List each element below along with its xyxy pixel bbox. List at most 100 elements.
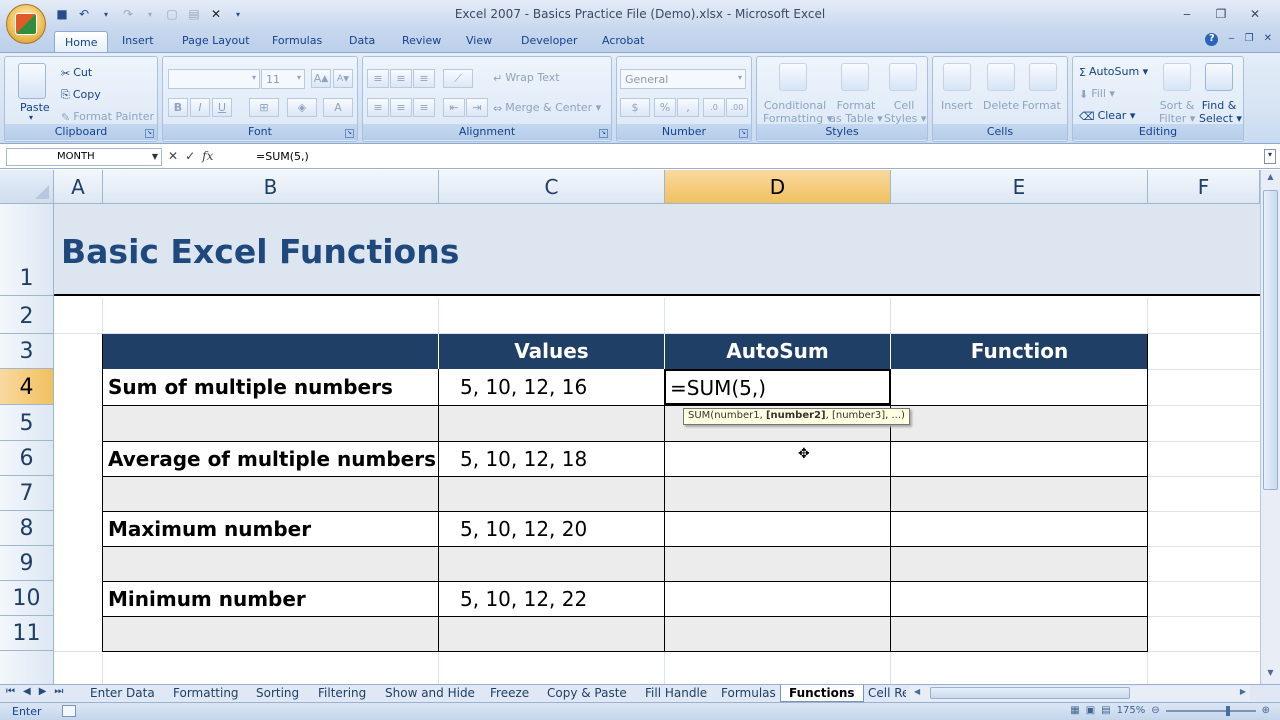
scroll-right-icon[interactable]: ▶ [1240,687,1246,696]
percent-button[interactable]: % [654,98,676,117]
formula-input[interactable]: =SUM(5,) [252,148,1262,166]
alignment-launcher-icon[interactable]: ↘ [599,129,608,138]
binoculars-icon[interactable] [1205,63,1233,91]
doc-minimize-icon[interactable]: ‒ [1228,33,1234,46]
delete-cells-icon[interactable] [987,63,1015,91]
bold-button[interactable]: B [168,98,188,117]
wrap-text-button[interactable]: ↵ Wrap Text [493,71,560,85]
restore-icon[interactable]: ❐ [1204,4,1238,24]
next-sheet-icon[interactable]: ▶ [39,686,47,697]
insert-cells-icon[interactable] [943,63,971,91]
tab-data[interactable]: Data [349,34,375,47]
font-launcher-icon[interactable]: ↘ [345,129,354,138]
horizontal-scroll-thumb[interactable] [930,687,1130,699]
sheet-tab-filtering[interactable]: Filtering [318,685,366,702]
zoom-slider[interactable] [1165,705,1256,716]
sheet-tab-formatting[interactable]: Formatting [173,685,239,702]
cell-b4[interactable]: Sum of multiple numbers [103,375,438,399]
cell-b6[interactable]: Average of multiple numbers [103,447,438,471]
number-format-combo[interactable]: General ▾ [620,69,746,89]
sheet-tab-functions[interactable]: Functions [780,685,864,702]
font-color-button[interactable]: A [323,98,353,117]
cell-b10[interactable]: Minimum number [103,587,438,611]
sort-filter-button[interactable]: Sort & Filter ▾ [1159,99,1195,125]
decrease-decimal-icon[interactable]: .00 [726,98,748,117]
doc-restore-icon[interactable]: ❐ [1245,33,1254,46]
column-header-c[interactable]: C [439,170,665,204]
sheet-tab-cell-references[interactable]: Cell Re [868,685,906,702]
scroll-down-icon[interactable]: ▼ [1263,668,1278,682]
vertical-scroll-thumb[interactable] [1263,190,1278,490]
cell-c8[interactable]: 5, 10, 12, 20 [439,517,664,541]
cut-button[interactable]: ✂ Cut [61,66,92,80]
cell-c6[interactable]: 5, 10, 12, 18 [439,447,664,471]
sort-filter-icon[interactable] [1163,63,1191,91]
row-header-3[interactable]: 3 [0,334,54,369]
sheet-tab-fill-handle[interactable]: Fill Handle [645,685,707,702]
paste-button[interactable]: Paste [20,101,50,114]
column-header-f[interactable]: F [1148,170,1260,204]
format-cells-button[interactable]: Format [1022,99,1061,112]
italic-button[interactable]: I [190,98,210,117]
align-left-icon[interactable]: ≡ [367,98,389,117]
cell-c10[interactable]: 5, 10, 12, 22 [439,587,664,611]
row-header-1[interactable]: 1 [0,204,54,296]
decrease-indent-icon[interactable]: ⇤ [443,98,465,117]
last-sheet-icon[interactable]: ⏭ [54,686,63,697]
font-size-combo[interactable]: 11 ▾ [261,69,305,89]
autosum-button[interactable]: Σ AutoSum ▾ [1079,65,1148,79]
scroll-left-icon[interactable]: ◀ [914,687,920,696]
row-header-9[interactable]: 9 [0,546,54,581]
insert-cells-button[interactable]: Insert [941,99,973,112]
close-icon[interactable]: ✕ [1238,4,1272,24]
cell-b8[interactable]: Maximum number [103,517,438,541]
expand-formula-icon[interactable]: ▾ [1264,149,1276,164]
fill-color-button[interactable]: ◈ [287,98,317,117]
fill-button[interactable]: ⬇ Fill ▾ [1079,87,1115,101]
borders-button[interactable]: ⊞ [249,98,279,117]
format-as-table-button[interactable]: Format as Table ▾ [829,99,883,125]
row-header-11[interactable]: 11 [0,616,54,651]
normal-view-icon[interactable]: ▦ [1070,705,1079,716]
cell-styles-button[interactable]: Cell Styles ▾ [884,99,926,125]
clipboard-launcher-icon[interactable]: ↘ [145,129,154,138]
align-middle-icon[interactable]: ≡ [390,69,412,88]
insert-function-button[interactable]: fx [202,149,213,163]
row-header-12[interactable] [0,651,54,684]
align-right-icon[interactable]: ≡ [413,98,435,117]
row-header-10[interactable]: 10 [0,581,54,616]
zoom-level[interactable]: 175% [1117,705,1146,716]
increase-indent-icon[interactable]: ⇥ [466,98,488,117]
row-header-2[interactable]: 2 [0,296,54,334]
zoom-out-icon[interactable]: ⊖ [1151,705,1159,716]
zoom-slider-thumb[interactable] [1225,705,1230,716]
tab-formulas[interactable]: Formulas [272,34,322,47]
tab-insert[interactable]: Insert [122,34,154,47]
sheet-tab-formulas[interactable]: Formulas [721,685,776,702]
find-select-button[interactable]: Find & Select ▾ [1199,99,1242,125]
horizontal-scrollbar[interactable]: ◀ ▶ [910,686,1250,701]
align-top-icon[interactable]: ≡ [367,69,389,88]
scroll-up-icon[interactable]: ▲ [1263,172,1278,186]
column-header-d[interactable]: D [665,170,891,204]
currency-button[interactable]: $ [620,98,650,117]
zoom-in-icon[interactable]: ⊕ [1262,705,1270,716]
paste-dropdown-icon[interactable]: ▾ [29,113,33,122]
shrink-font-button[interactable]: A ▼ [333,69,353,88]
format-cells-icon[interactable] [1029,63,1057,91]
grow-font-button[interactable]: A ▲ [311,69,331,88]
row-header-4[interactable]: 4 [0,369,54,405]
delete-cells-button[interactable]: Delete [983,99,1019,112]
tab-page-layout[interactable]: Page Layout [182,34,250,47]
sheet-tab-show-hide[interactable]: Show and Hide [385,685,475,702]
name-box[interactable]: MONTH ▼ [6,148,162,166]
number-launcher-icon[interactable]: ↘ [739,129,748,138]
tab-developer[interactable]: Developer [521,34,578,47]
vertical-scrollbar[interactable]: ▲ ▼ [1260,170,1280,684]
page-break-view-icon[interactable]: ▤ [1101,705,1110,716]
orientation-icon[interactable]: ⟋ [443,69,473,88]
cell-styles-icon[interactable] [889,63,917,91]
office-button[interactable] [6,4,46,44]
tab-review[interactable]: Review [402,34,441,47]
sheet-tab-copy-paste[interactable]: Copy & Paste [547,685,627,702]
